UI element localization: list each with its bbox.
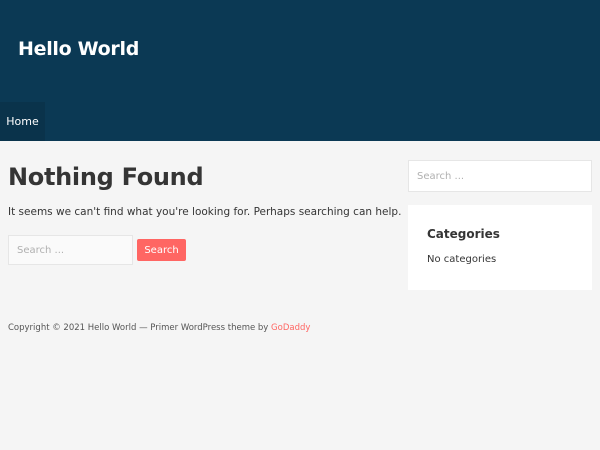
- no-results-message: It seems we can't find what you're looki…: [8, 206, 402, 218]
- site-footer: Copyright © 2021 Hello World — Primer Wo…: [8, 323, 310, 333]
- search-input[interactable]: [8, 235, 133, 265]
- footer-godaddy-link[interactable]: GoDaddy: [271, 323, 310, 333]
- main-navigation: Home: [0, 102, 600, 141]
- search-button[interactable]: Search: [137, 239, 186, 261]
- site-header: Hello World Home: [0, 0, 600, 141]
- footer-copyright: Copyright © 2021 Hello World — Primer Wo…: [8, 323, 272, 333]
- sidebar-search-input[interactable]: [408, 160, 592, 192]
- categories-title: Categories: [427, 227, 500, 241]
- nav-item-home[interactable]: Home: [0, 102, 45, 141]
- site-title[interactable]: Hello World: [18, 38, 139, 60]
- page-title: Nothing Found: [8, 163, 204, 191]
- categories-empty-text: No categories: [427, 254, 497, 265]
- categories-widget: Categories No categories: [408, 205, 592, 290]
